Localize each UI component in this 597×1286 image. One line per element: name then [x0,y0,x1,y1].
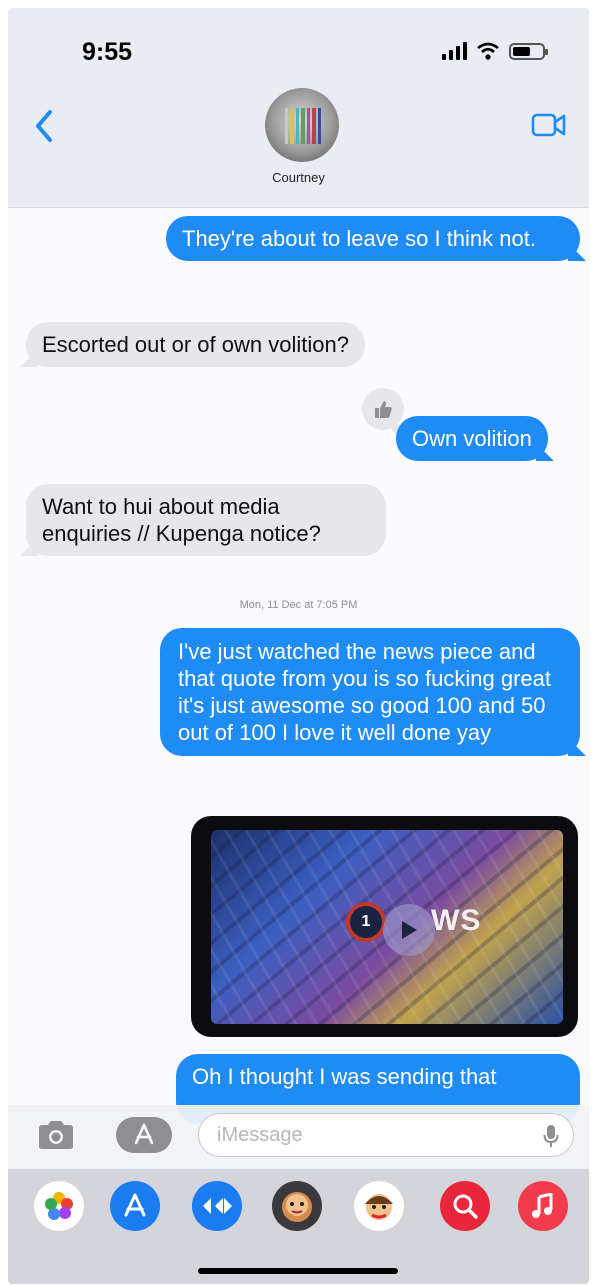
status-icons [442,42,548,60]
tapback-reaction[interactable] [362,388,404,434]
message-bubble-outgoing[interactable]: I've just watched the news piece and tha… [160,628,580,756]
battery-icon [509,43,548,60]
app-store-icon [134,1123,154,1145]
message-timestamp: Mon, 11 Dec at 7:05 PM [239,599,358,611]
compose-bar [8,1105,589,1169]
message-bubble-incoming[interactable]: Want to hui about media enquiries // Kup… [26,484,386,556]
photos-icon[interactable] [34,1181,84,1231]
messages-screen: 9:55 Courtney They're about to leave so … [8,8,589,1284]
home-indicator[interactable] [198,1268,398,1274]
channel-logo: 1 [346,902,386,942]
status-time: 9:55 [82,38,133,66]
music-icon[interactable] [518,1181,568,1231]
memoji-stickers-icon[interactable] [354,1181,404,1231]
play-icon [402,921,417,939]
signal-icon [442,42,467,60]
chevron-left-icon[interactable] [30,106,60,146]
image-search-icon[interactable] [440,1181,490,1231]
message-bubble-outgoing[interactable]: They're about to leave so I think not. [166,216,580,261]
message-bubble-incoming[interactable]: Escorted out or of own volition? [26,322,365,367]
video-attachment[interactable]: 1 WS [191,816,578,1037]
imessage-app-drawer [8,1169,589,1284]
conversation-header: 9:55 Courtney [8,8,589,208]
video-thumbnail: 1 WS [211,830,563,1024]
message-bubble-outgoing[interactable]: Own volition [396,416,548,461]
microphone-icon[interactable] [543,1124,559,1148]
message-input-field[interactable] [198,1113,574,1157]
digital-touch-icon[interactable] [192,1181,242,1231]
app-store-app-icon[interactable] [110,1181,160,1231]
wifi-icon [477,42,499,60]
camera-icon[interactable] [36,1119,76,1151]
news-wordmark: WS [431,904,482,937]
play-button[interactable] [383,904,435,956]
app-store-button[interactable] [116,1117,172,1153]
memoji-icon[interactable] [272,1181,322,1231]
video-camera-icon[interactable] [531,112,567,138]
avatar[interactable] [265,88,339,162]
message-input[interactable] [217,1124,517,1147]
contact-name[interactable]: Courtney [8,170,589,185]
thumbs-up-icon [375,401,392,418]
